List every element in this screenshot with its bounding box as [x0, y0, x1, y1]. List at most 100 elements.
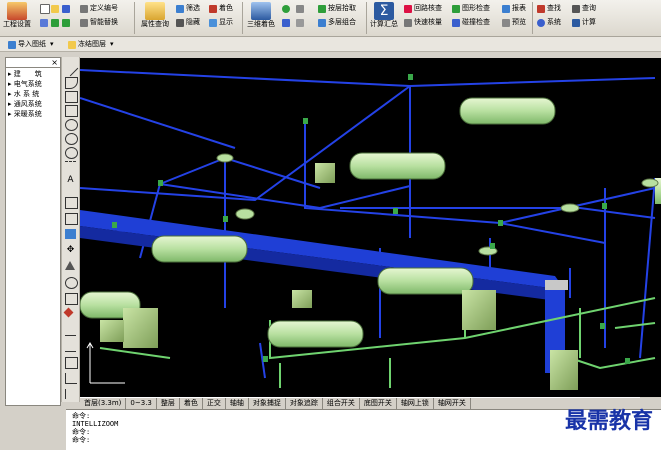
status-toggle-osnap[interactable]: 对象捕捉: [249, 398, 286, 409]
drawing-toolbar: 导入图纸 ▾ 冻结图层 ▾: [0, 37, 661, 52]
project-settings-button[interactable]: 工程设置: [2, 1, 32, 35]
status-toggle-underlay[interactable]: 底图开关: [360, 398, 397, 409]
calculator-icon: [572, 18, 580, 27]
tools-button[interactable]: [282, 17, 292, 28]
scale-tool-icon[interactable]: [65, 261, 75, 270]
query-button[interactable]: 查询: [572, 3, 596, 14]
preview-button[interactable]: 预览: [502, 17, 526, 28]
save-button[interactable]: [62, 3, 72, 14]
layer-select[interactable]: 首层(3.3m): [80, 398, 127, 409]
hatch-tool-icon[interactable]: [65, 161, 76, 172]
chamfer-tool-icon[interactable]: [65, 389, 77, 399]
model-drawing: [79, 69, 661, 390]
text-tool-icon[interactable]: A: [65, 175, 76, 185]
smart-replace-button[interactable]: 智能替换: [80, 17, 118, 28]
layer-pick-button[interactable]: 按层拾取: [318, 3, 356, 14]
stretch-tool-icon[interactable]: [65, 293, 78, 305]
3d-viewport[interactable]: [79, 58, 661, 397]
cube-icon: [296, 4, 304, 13]
divider: [366, 2, 367, 34]
check-icon: [452, 4, 460, 13]
polygon-tool-icon[interactable]: [65, 105, 78, 117]
status-bar: 首层(3.3m) 0~3.3 整层 着色 正交 轴轴 对象捕捉 对象追踪 组合开…: [80, 397, 640, 409]
tree-item-architecture[interactable]: ▸ 建 筑: [8, 70, 42, 79]
move-tool-icon[interactable]: ✥: [65, 245, 76, 255]
circuit-check-button[interactable]: 回路核查: [404, 3, 442, 14]
floppy-icon: [62, 4, 70, 13]
open-button[interactable]: [51, 3, 61, 14]
extend-tool-icon[interactable]: [65, 341, 76, 352]
fillet-tool-icon[interactable]: [65, 373, 77, 384]
number-icon: [80, 4, 88, 13]
arc-tool-icon[interactable]: [65, 77, 78, 89]
redo-button[interactable]: [62, 17, 72, 28]
rotate-tool-icon[interactable]: [65, 277, 78, 289]
system-icon: [537, 18, 545, 27]
divider: [6, 67, 60, 68]
import-drawing-button[interactable]: 导入图纸 ▾: [8, 39, 54, 50]
shape-check-button[interactable]: 图形检查: [452, 3, 490, 14]
system-button[interactable]: 系统: [537, 17, 561, 28]
settings-button[interactable]: [296, 17, 306, 28]
status-toggle-gridlock[interactable]: 轴网上锁: [397, 398, 434, 409]
rect-tool-icon[interactable]: [65, 91, 78, 103]
report-button[interactable]: 报表: [502, 3, 526, 14]
property-query-button[interactable]: 属性查询: [138, 1, 172, 35]
multi-layer-button[interactable]: 多层组合: [318, 17, 356, 28]
calculator-button[interactable]: 计算: [572, 17, 596, 28]
offset-tool-icon[interactable]: [65, 357, 78, 369]
status-toggle-ortho[interactable]: 正交: [203, 398, 226, 409]
status-toggle-color[interactable]: 着色: [180, 398, 203, 409]
status-toggle-axis[interactable]: 轴轴: [226, 398, 249, 409]
define-number-button[interactable]: 定义编号: [80, 3, 118, 14]
ellipse-tool-icon[interactable]: [65, 133, 78, 145]
freeze-layer-button[interactable]: 冻结图层 ▾: [68, 39, 114, 50]
status-toggle-otrack[interactable]: 对象追踪: [286, 398, 323, 409]
draw-tools-column: A ✥: [61, 57, 80, 402]
brush-tool-icon[interactable]: [65, 229, 76, 239]
undo-button[interactable]: [51, 17, 61, 28]
divider: [134, 2, 135, 34]
mirror-tool-icon[interactable]: [65, 213, 78, 225]
tree-item-ventilation[interactable]: ▸ 通风系统: [8, 100, 42, 109]
sigma-icon: Σ: [374, 2, 394, 20]
erase-tool-icon[interactable]: [63, 307, 74, 318]
status-toggle-grid[interactable]: 轴网开关: [434, 398, 471, 409]
ribbon-toolbar: 工程设置 定义编号 智能替换 属性查询 筛选 隐藏 着色 显示 三维着色 按层拾…: [0, 0, 661, 37]
hide-button[interactable]: 隐藏: [176, 17, 200, 28]
trim-tool-icon[interactable]: [65, 325, 76, 336]
folder-icon: [51, 4, 59, 13]
3d-view-button[interactable]: 三维着色: [246, 1, 276, 35]
calc-summary-button[interactable]: Σ 计算汇总: [369, 1, 399, 35]
quick-icon: [404, 18, 412, 27]
find-button[interactable]: 查找: [537, 3, 561, 14]
copy-tool-icon[interactable]: [65, 197, 78, 209]
new-file-icon: [40, 3, 50, 14]
divider: [242, 2, 243, 34]
quick-check-button[interactable]: 快速核量: [404, 17, 442, 28]
tree-item-water[interactable]: ▸ 水 系 统: [8, 90, 39, 99]
circle-tool-icon[interactable]: [65, 119, 78, 131]
tools-icon: [282, 18, 290, 27]
tree-item-heating[interactable]: ▸ 采暖系统: [8, 110, 42, 119]
watermark-text: 最需教育: [564, 408, 653, 434]
show-icon: [209, 18, 217, 27]
query-icon: [572, 4, 580, 13]
line-tool-icon[interactable]: [62, 60, 79, 77]
filter-button[interactable]: 筛选: [176, 3, 200, 14]
house-icon: [7, 2, 27, 20]
close-icon[interactable]: ×: [51, 58, 58, 67]
a-button[interactable]: [40, 17, 50, 28]
view-dropdown-button[interactable]: [296, 3, 306, 14]
show-button[interactable]: 显示: [209, 17, 233, 28]
collision-check-button[interactable]: 碰撞检查: [452, 17, 490, 28]
elevation-field: 0~3.3: [126, 398, 157, 409]
color-button[interactable]: 着色: [209, 3, 233, 14]
status-toggle-group[interactable]: 组合开关: [323, 398, 360, 409]
view-mode-select[interactable]: 整层: [157, 398, 180, 409]
system-tree-panel: × ▸ 建 筑 ▸ 电气系统 ▸ 水 系 统 ▸ 通风系统 ▸ 采暖系统: [5, 57, 61, 406]
rotate-button[interactable]: [282, 3, 292, 14]
command-line: 命令:: [72, 428, 91, 436]
tree-item-electrical[interactable]: ▸ 电气系统: [8, 80, 42, 89]
ring-tool-icon[interactable]: [65, 147, 78, 159]
